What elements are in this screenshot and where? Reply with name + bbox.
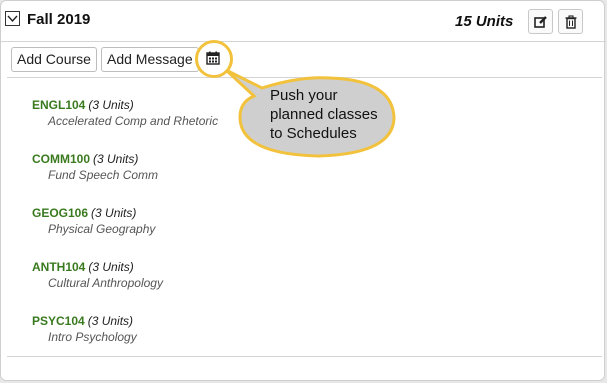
callout-line-3: to Schedules <box>270 125 357 142</box>
calendar-icon <box>206 51 220 65</box>
push-to-schedules-button[interactable] <box>204 49 224 69</box>
callout-line-2: planned classes <box>270 106 378 123</box>
push-to-schedules-highlight <box>195 40 233 78</box>
callout-line-1: Push your <box>270 87 338 104</box>
callout-bubble <box>224 68 396 158</box>
callout-text: Push your planned classes to Schedules <box>270 86 400 143</box>
